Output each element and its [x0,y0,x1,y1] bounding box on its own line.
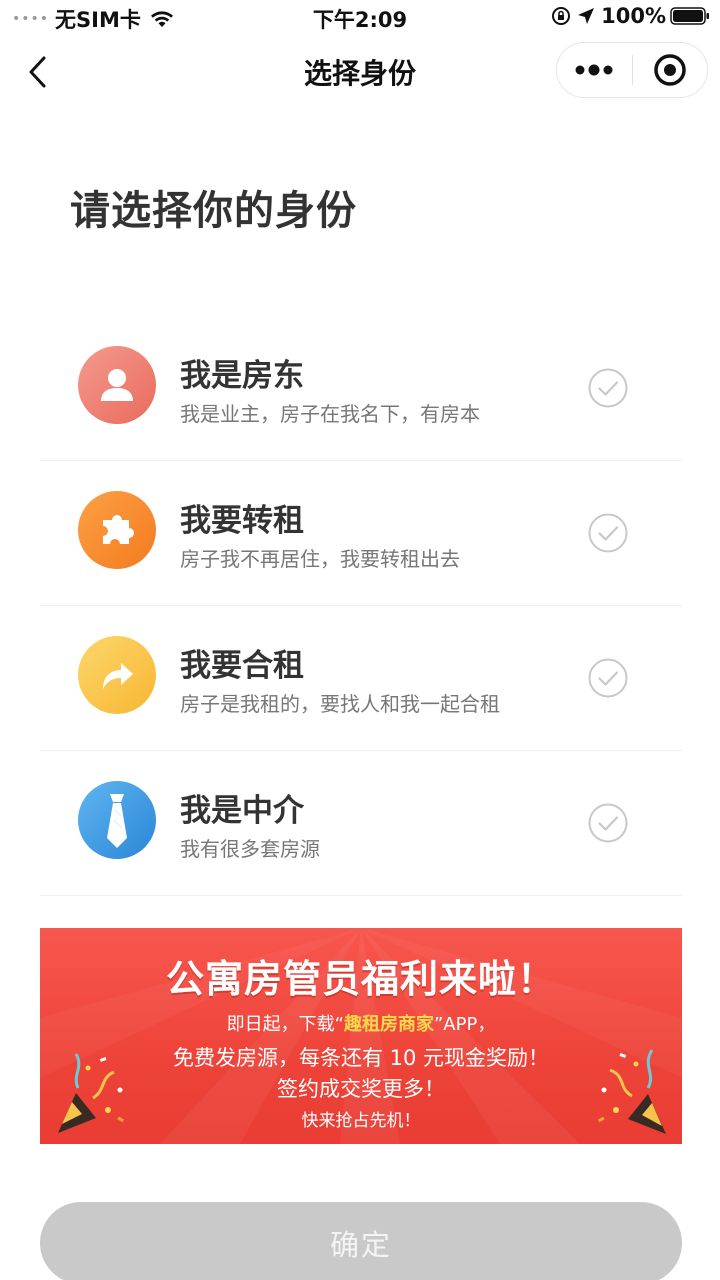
option-title: 我要转租 [180,503,304,539]
option-landlord[interactable]: 我是房东 我是业主，房子在我名下，有房本 [40,316,682,461]
identity-option-list: 我是房东 我是业主，房子在我名下，有房本 我要转租 房子我不再居住，我要转租出去… [40,316,682,896]
banner-text: ”APP， [433,1014,496,1035]
target-close-icon [654,54,686,86]
status-bar: •••• 无SIM卡 下午2:09 100% [0,0,720,34]
option-description: 房子是我租的，要找人和我一起合租 [180,692,500,716]
mini-program-capsule [556,42,708,98]
check-circle-icon[interactable] [587,657,629,699]
close-button[interactable] [633,42,708,98]
battery-icon [670,7,709,25]
page-heading: 请选择你的身份 [70,188,357,234]
check-circle-icon[interactable] [587,367,629,409]
nav-bar: 选择身份 [0,36,720,106]
check-circle-icon[interactable] [587,512,629,554]
option-sublet[interactable]: 我要转租 房子我不再居住，我要转租出去 [40,461,682,606]
option-title: 我是房东 [180,358,304,394]
party-popper-icon [58,1053,125,1133]
brand-name: 趣租房商家 [343,1014,434,1035]
option-title: 我要合租 [180,648,304,684]
check-circle-icon[interactable] [587,802,629,844]
banner-title: 公寓房管员福利来啦！ [165,957,556,1001]
option-share-rent[interactable]: 我要合租 房子是我租的，要找人和我一起合租 [40,606,682,751]
option-description: 我是业主，房子在我名下，有房本 [180,402,480,426]
orientation-lock-icon [552,7,571,25]
party-popper-icon [597,1049,666,1134]
banner-text: 即日起，下载“ [226,1014,344,1035]
banner-line-download: 即日起，下载“趣租房商家”APP， [40,1010,682,1036]
more-button[interactable] [557,42,632,98]
option-description: 房子我不再居住，我要转租出去 [180,547,460,571]
confirm-button[interactable]: 确定 [40,1202,682,1280]
option-title: 我是中介 [180,793,304,829]
user-icon [78,346,156,424]
promo-banner[interactable]: 公寓房管员福利来啦！ 即日起，下载“趣租房商家”APP， 免费发房源，每条还有 … [40,928,682,1144]
location-arrow-icon [578,8,595,24]
more-dots-icon [575,64,613,76]
battery-percent: 100% [601,4,666,28]
share-arrow-icon [78,636,156,714]
option-agent[interactable]: 我是中介 我有很多套房源 [40,751,682,896]
status-right: 100% [551,4,710,28]
tie-icon [78,781,156,859]
puzzle-icon [78,491,156,569]
option-description: 我有很多套房源 [180,837,320,861]
